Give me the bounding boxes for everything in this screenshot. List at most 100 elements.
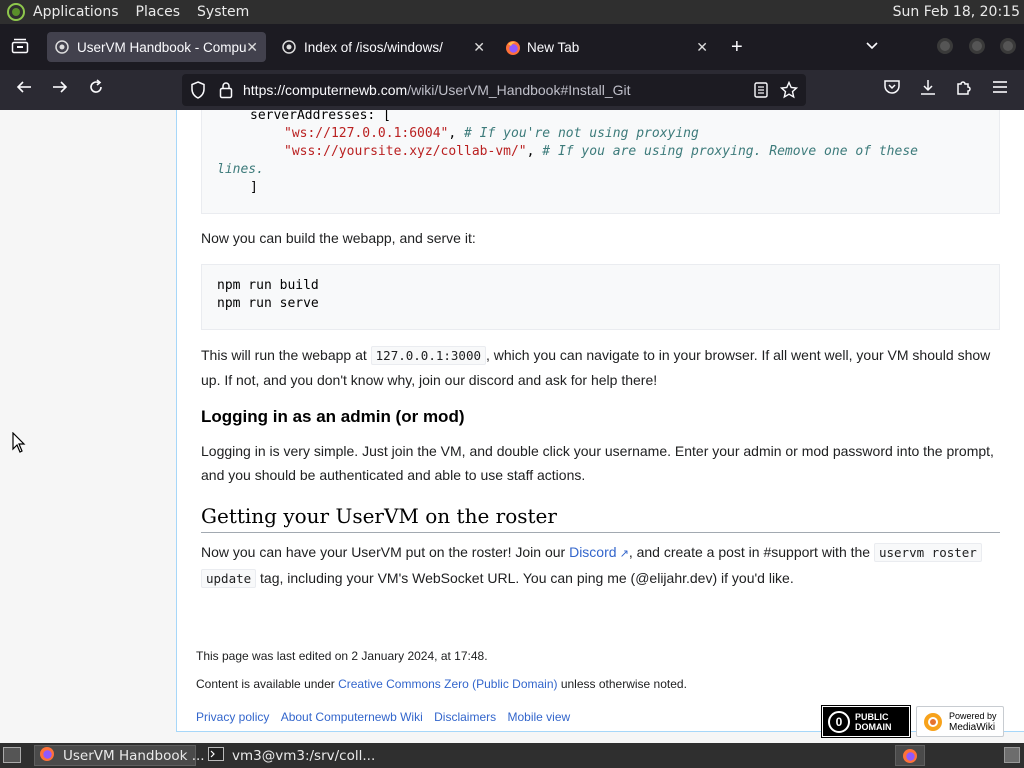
heading-underline: [201, 532, 1000, 533]
reload-icon[interactable]: [84, 78, 108, 102]
pocket-icon[interactable]: [880, 78, 904, 102]
tab-uservm-handbook[interactable]: UserVM Handbook - Compu ✕: [47, 32, 266, 62]
code-string: "ws://127.0.0.1:6004": [284, 126, 449, 141]
public-domain-icon: 0: [828, 711, 850, 733]
clock[interactable]: Sun Feb 18, 20:15: [893, 4, 1020, 20]
wiki-content: serverAddresses: [ "ws://127.0.0.1:6004"…: [176, 110, 1024, 732]
paragraph: Logging in is very simple. Just join the…: [201, 439, 1011, 487]
footer-license: Content is available under Creative Comm…: [196, 677, 687, 691]
text: up. If not, and you don't know why, join…: [201, 372, 658, 388]
code-comment: # If you are using proxying. Remove one …: [542, 144, 918, 159]
badge-label: MediaWiki: [949, 722, 996, 733]
hamburger-menu-icon[interactable]: [988, 78, 1012, 102]
new-tab-plus-icon[interactable]: +: [731, 36, 743, 59]
window-maximize-icon[interactable]: [969, 38, 985, 54]
extensions-icon[interactable]: [952, 78, 976, 102]
code-string: "wss://yoursite.xyz/collab-vm/": [284, 144, 527, 159]
reader-view-icon[interactable]: [754, 82, 768, 101]
text: and you should be authenticated and able…: [201, 467, 586, 483]
taskbar-item-label: vm3@vm3:/srv/coll...: [232, 747, 376, 764]
show-desktop-icon[interactable]: [3, 747, 21, 763]
mediawiki-badge[interactable]: Powered by MediaWiki: [916, 706, 1004, 737]
firefox-icon: [505, 40, 520, 55]
taskbar-item-firefox[interactable]: UserVM Handbook ...: [34, 745, 205, 766]
privacy-policy-link[interactable]: Privacy policy: [196, 710, 269, 724]
license-link[interactable]: Creative Commons Zero (Public Domain): [338, 677, 557, 691]
tray-firefox-icon[interactable]: [895, 745, 925, 766]
tab-bar: UserVM Handbook - Compu ✕ Index of /isos…: [0, 24, 1024, 70]
shield-icon[interactable]: [190, 81, 206, 102]
chevron-down-icon[interactable]: [864, 37, 880, 58]
gnome-foot-icon[interactable]: [7, 3, 25, 21]
code-line: serverAddresses: [: [250, 110, 391, 123]
text: unless otherwise noted.: [557, 677, 687, 691]
paragraph: Now you can build the webapp, and serve …: [201, 230, 476, 246]
url-host: https://computernewb.com: [243, 82, 408, 98]
tab-new-tab[interactable]: New Tab ✕: [497, 32, 716, 62]
discord-link[interactable]: Discord: [569, 544, 616, 560]
places-menu[interactable]: Places: [136, 4, 181, 20]
window-minimize-icon[interactable]: [937, 38, 953, 54]
mobile-view-link[interactable]: Mobile view: [507, 710, 570, 724]
inline-code: uservm roster: [873, 543, 982, 562]
close-tab-icon[interactable]: ✕: [696, 39, 708, 56]
top-panel: Applications Places System Sun Feb 18, 2…: [0, 0, 1024, 24]
inline-code: update: [201, 569, 257, 588]
downloads-icon[interactable]: [916, 78, 940, 102]
tab-label: Index of /isos/windows/: [304, 39, 443, 55]
paragraph: Now you can have your UserVM put on the …: [201, 540, 1011, 591]
close-tab-icon[interactable]: ✕: [246, 39, 258, 56]
taskbar-item-label: UserVM Handbook ...: [63, 747, 205, 764]
code-line: npm run build: [217, 278, 319, 293]
text: tag, including your VM's WebSocket URL. …: [256, 570, 794, 586]
footer-last-edited: This page was last edited on 2 January 2…: [196, 649, 488, 663]
mediawiki-flower-icon: [922, 711, 944, 738]
url-path: /wiki/UserVM_Handbook#Install_Git: [407, 82, 631, 98]
lock-icon[interactable]: [219, 81, 233, 102]
url-text[interactable]: https://computernewb.com/wiki/UserVM_Han…: [243, 82, 631, 98]
forward-arrow-icon[interactable]: [48, 78, 72, 102]
external-link-icon: ↗: [616, 548, 629, 560]
applications-menu[interactable]: Applications: [33, 4, 119, 20]
page-viewport[interactable]: serverAddresses: [ "ws://127.0.0.1:6004"…: [0, 110, 1024, 743]
code-block-npm: npm run build npm run serve: [201, 264, 1000, 330]
section-heading-roster: Getting your UserVM on the roster: [201, 504, 557, 528]
section-heading-admin: Logging in as an admin (or mod): [201, 407, 465, 426]
terminal-icon: [208, 746, 224, 765]
text: Logging in is very simple. Just join the…: [201, 443, 994, 459]
text: , which you can navigate to in your brow…: [486, 347, 991, 363]
code-line: ]: [250, 180, 258, 195]
firefox-icon: [39, 746, 55, 766]
tab-list-icon[interactable]: [11, 38, 29, 54]
code-comment: # If you're not using proxying: [464, 126, 699, 141]
back-arrow-icon[interactable]: [12, 78, 36, 102]
tab-label: UserVM Handbook - Compu: [77, 39, 247, 55]
workspace-switcher[interactable]: [1004, 747, 1020, 763]
window-close-icon[interactable]: [1000, 38, 1016, 54]
disclaimers-link[interactable]: Disclaimers: [434, 710, 496, 724]
about-link[interactable]: About Computernewb Wiki: [281, 710, 423, 724]
wiki-favicon-icon: [282, 40, 296, 54]
inline-code: 127.0.0.1:3000: [370, 346, 486, 365]
wiki-favicon-icon: [55, 40, 69, 54]
url-bar[interactable]: https://computernewb.com/wiki/UserVM_Han…: [182, 74, 806, 106]
code-block-server-addresses: serverAddresses: [ "ws://127.0.0.1:6004"…: [201, 110, 1000, 214]
taskbar-item-terminal[interactable]: vm3@vm3:/srv/coll...: [202, 745, 376, 766]
public-domain-badge[interactable]: 0 PUBLIC DOMAIN: [821, 705, 911, 738]
text: Content is available under: [196, 677, 339, 691]
footer-links: Privacy policy About Computernewb Wiki D…: [196, 710, 570, 724]
text: , and create a post in #support with the: [628, 544, 874, 560]
text: This will run the webapp at: [201, 347, 371, 363]
tab-index-isos[interactable]: Index of /isos/windows/ ✕: [274, 32, 493, 62]
navigation-toolbar: https://computernewb.com/wiki/UserVM_Han…: [0, 70, 1024, 110]
tab-label: New Tab: [527, 39, 580, 55]
text: Now you can have your UserVM put on the …: [201, 544, 570, 560]
paragraph: This will run the webapp at 127.0.0.1:30…: [201, 343, 1011, 392]
system-menu[interactable]: System: [197, 4, 249, 20]
bookmark-star-icon[interactable]: [779, 80, 799, 102]
code-comment: lines.: [217, 162, 264, 177]
close-tab-icon[interactable]: ✕: [473, 39, 485, 56]
code-line: npm run serve: [217, 296, 319, 311]
badge-label: PUBLIC DOMAIN: [855, 712, 892, 732]
taskbar: UserVM Handbook ... vm3@vm3:/srv/coll...: [0, 743, 1024, 768]
